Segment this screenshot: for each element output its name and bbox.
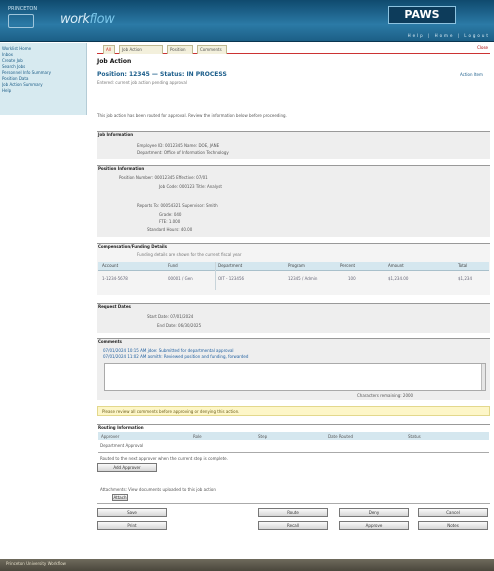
position-line-2: Job Code: 000123 Title: Analyst xyxy=(159,184,222,189)
cell-fund: 00001 / Gen xyxy=(168,276,193,281)
tab-bar: All Job Action Position Comments Close xyxy=(97,44,490,54)
start-date-text: Start Date: 07/01/2024 xyxy=(147,314,194,319)
col-date-routed: Date Routed xyxy=(328,434,353,439)
routing-row: Department Approval xyxy=(100,443,144,448)
section-heading: Comments xyxy=(98,339,122,344)
table-row: 1-1234-5678 00001 / Gen OIT - 123456 123… xyxy=(98,274,489,290)
action-item-link[interactable]: Action Item xyxy=(460,72,483,77)
university-logo-icon xyxy=(8,14,34,28)
col-program: Program xyxy=(288,263,305,268)
section-heading: Position Information xyxy=(98,166,145,171)
utility-links[interactable]: Help | Home | Logout xyxy=(330,33,490,38)
character-counter: Characters remaining: 2000 xyxy=(357,393,414,398)
cancel-button[interactable]: Cancel xyxy=(418,508,488,517)
cell-percent: 100 xyxy=(348,276,356,281)
sidebar-item-help[interactable]: Help xyxy=(2,88,84,93)
cell-account: 1-1234-5678 xyxy=(102,276,128,281)
cell-amount: $1,234.00 xyxy=(388,276,409,281)
approve-button[interactable]: Approve xyxy=(339,521,409,530)
page-subtitle: Position: 12345 — Status: IN PROCESS xyxy=(97,71,227,78)
col-role: Role xyxy=(193,434,202,439)
compensation-subtitle: Funding details are shown for the curren… xyxy=(137,252,242,257)
position-line-1: Position Number: 00012345 Effective: 07/… xyxy=(119,175,208,180)
col-total: Total xyxy=(458,263,468,268)
cell-program: 12345 / Admin xyxy=(288,276,318,281)
app-footer: Princeton University Workflow xyxy=(0,559,494,571)
sidebar-item-worklist[interactable]: Worklist Home xyxy=(2,46,84,51)
attach-button[interactable]: Attach xyxy=(112,494,128,501)
notice-text: Please review all comments before approv… xyxy=(102,409,240,414)
funding-table-header: Account Fund Department Program Percent … xyxy=(98,262,489,271)
notes-button[interactable]: Notes xyxy=(418,521,488,530)
divider xyxy=(98,452,489,453)
add-approver-button[interactable]: Add Approver xyxy=(97,463,157,472)
job-info-line-2: Department: Office of Information Techno… xyxy=(137,150,229,155)
save-button[interactable]: Save xyxy=(97,508,167,517)
sidebar: Worklist Home Inbox Create Job Search Jo… xyxy=(0,43,87,115)
sidebar-item-search-jobs[interactable]: Search Jobs xyxy=(2,64,84,69)
col-fund: Fund xyxy=(168,263,178,268)
workflow-logo: workflow xyxy=(60,12,115,27)
brand-text: PRINCETON xyxy=(8,6,38,12)
deny-button[interactable]: Deny xyxy=(339,508,409,517)
end-date-text: End Date: 06/30/2025 xyxy=(157,323,202,328)
intro-text: This job action has been routed for appr… xyxy=(97,113,287,118)
col-step: Step xyxy=(258,434,268,439)
sidebar-item-create-job[interactable]: Create Job xyxy=(2,58,84,63)
job-information-section: Job Information Employee ID: 0012345 Nam… xyxy=(97,131,490,159)
col-amount: Amount xyxy=(388,263,404,268)
position-line-6: Standard Hours: 40.00 xyxy=(147,227,193,232)
notice-banner: Please review all comments before approv… xyxy=(97,406,490,416)
section-heading: Job Information xyxy=(98,132,134,137)
col-department: Department xyxy=(218,263,243,268)
routing-note: Routed to the next approver when the cur… xyxy=(100,456,228,461)
job-info-line-1: Employee ID: 0012345 Name: DOE, JANE xyxy=(137,143,220,148)
app-header: PRINCETON workflow PAWS Help | Home | Lo… xyxy=(0,0,494,42)
scrollbar[interactable] xyxy=(481,364,485,390)
attachments-label: Attachments: View documents uploaded to … xyxy=(100,487,216,492)
subtitle-note: Entered: current job action pending appr… xyxy=(97,80,187,85)
request-dates-section: Request Dates Start Date: 07/01/2024 End… xyxy=(97,303,490,333)
tab-position[interactable]: Position xyxy=(167,45,193,54)
cell-department: OIT - 123456 xyxy=(218,276,245,281)
tab-all[interactable]: All xyxy=(103,45,115,54)
position-information-section: Position Information Position Number: 00… xyxy=(97,165,490,237)
footer-text: Princeton University Workflow xyxy=(6,561,66,566)
col-percent: Percent xyxy=(340,263,356,268)
col-approver: Approver xyxy=(101,434,120,439)
col-account: Account xyxy=(102,263,119,268)
column-divider xyxy=(215,262,216,290)
comment-entry[interactable]: 07/01/2024 11:02 AM asmith: Reviewed pos… xyxy=(103,354,248,359)
paws-logo: PAWS xyxy=(388,6,456,24)
section-heading: Compensation/Funding Details xyxy=(98,244,168,249)
sidebar-item-position-data[interactable]: Position Data xyxy=(2,76,84,81)
col-status: Status xyxy=(408,434,421,439)
print-button[interactable]: Print xyxy=(97,521,167,530)
close-tabs-link[interactable]: Close xyxy=(477,45,488,50)
tab-job-action[interactable]: Job Action xyxy=(119,45,163,54)
tab-comments[interactable]: Comments xyxy=(197,45,227,54)
comment-textarea[interactable] xyxy=(104,363,486,391)
position-line-5: FTE: 1.000 xyxy=(159,219,181,224)
position-line-4: Grade: 040 xyxy=(159,212,182,217)
sidebar-item-job-action-summary[interactable]: Job Action Summary xyxy=(2,82,84,87)
divider xyxy=(97,503,490,504)
section-heading: Routing Information xyxy=(98,425,144,430)
sidebar-item-personnel-info[interactable]: Personnel Info Summary xyxy=(2,70,84,75)
page-title: Job Action xyxy=(97,58,132,65)
cell-total: $1,234 xyxy=(458,276,472,281)
sidebar-item-inbox[interactable]: Inbox xyxy=(2,52,84,57)
routing-table-header: Approver Role Step Date Routed Status xyxy=(98,432,489,440)
position-line-3: Reports To: 00054321 Supervisor: Smith xyxy=(137,203,218,208)
route-button[interactable]: Route xyxy=(258,508,328,517)
comment-entry[interactable]: 07/01/2024 10:15 AM jdoe: Submitted for … xyxy=(103,348,234,353)
section-heading: Request Dates xyxy=(98,304,131,309)
recall-button[interactable]: Recall xyxy=(258,521,328,530)
